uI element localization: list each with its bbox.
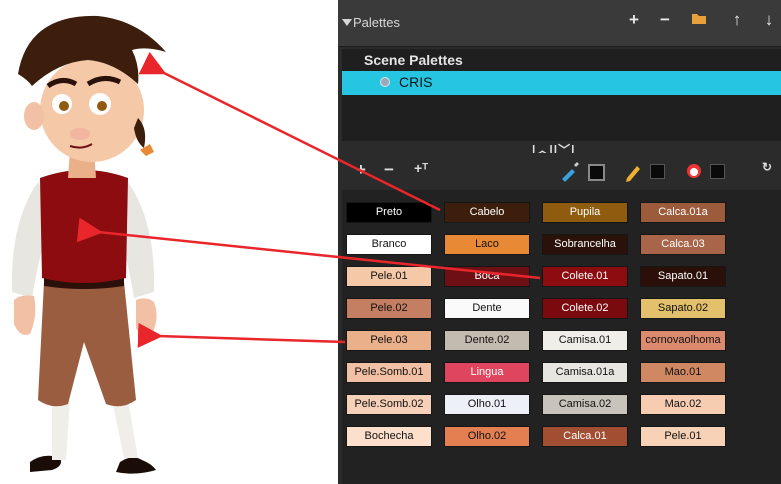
color-swatch[interactable]: Lingua (444, 362, 530, 383)
paint-icon[interactable] (682, 159, 706, 183)
color-swatch[interactable]: Pele.01 (346, 266, 432, 287)
right-shoe (116, 457, 156, 474)
folder-icon[interactable] (690, 11, 708, 29)
remove-color-icon[interactable]: − (384, 160, 394, 180)
color-swatch[interactable]: Olho.02 (444, 426, 530, 447)
color-swatch[interactable]: Calca.03 (640, 234, 726, 255)
move-down-icon[interactable]: ↓ (760, 11, 778, 29)
dropper-icon[interactable] (558, 159, 582, 183)
color-swatch[interactable]: Bochecha (346, 426, 432, 447)
color-swatch[interactable]: Dente (444, 298, 530, 319)
palettes-panel: Palettes + − ↑ ↓ Scene Palettes CRIS |︿|… (338, 0, 781, 484)
add-palette-icon[interactable]: + (625, 11, 643, 29)
color-swatch[interactable]: Pele.01 (640, 426, 726, 447)
color-swatch[interactable]: Camisa.01a (542, 362, 628, 383)
color-swatch[interactable]: Preto (346, 202, 432, 223)
color-swatch[interactable]: Pele.02 (346, 298, 432, 319)
add-texture-icon[interactable]: +ᵀ (414, 160, 428, 176)
palette-name: CRIS (399, 74, 433, 90)
color-swatch[interactable]: Dente.02 (444, 330, 530, 351)
color-swatch[interactable]: Boca (444, 266, 530, 287)
refresh-icon[interactable]: ↻ (762, 160, 772, 174)
pencil-color-swatch[interactable] (650, 164, 665, 179)
color-swatch[interactable]: Sapato.02 (640, 298, 726, 319)
palette-list: Scene Palettes CRIS (342, 49, 781, 141)
left-stocking (52, 400, 70, 460)
color-swatch[interactable]: Sobrancelha (542, 234, 628, 255)
color-swatch[interactable]: Pupila (542, 202, 628, 223)
left-hand (14, 295, 36, 335)
panel-title[interactable]: Palettes (342, 15, 400, 30)
remove-palette-icon[interactable]: − (656, 11, 674, 29)
color-swatch[interactable]: Laco (444, 234, 530, 255)
pencil-icon[interactable] (622, 159, 646, 183)
ear (24, 102, 44, 130)
color-swatch[interactable]: Calca.01 (542, 426, 628, 447)
right-hand (136, 298, 157, 336)
panel-title-label: Palettes (353, 15, 400, 30)
character-illustration (11, 15, 166, 474)
color-swatch[interactable]: Colete.01 (542, 266, 628, 287)
color-swatch[interactable]: cornovaolhoma (640, 330, 726, 351)
palette-row-cris[interactable]: CRIS (342, 71, 781, 95)
color-toolbar: + − +ᵀ ↻ (338, 153, 781, 189)
collapse-triangle-icon[interactable] (342, 19, 352, 26)
color-swatch[interactable]: Pele.03 (346, 330, 432, 351)
color-swatch[interactable]: Camisa.02 (542, 394, 628, 415)
palettes-titlebar: Palettes + − ↑ ↓ (338, 0, 781, 47)
color-swatch[interactable]: Camisa.01 (542, 330, 628, 351)
vest (40, 170, 128, 283)
color-swatch[interactable]: Calca.01a (640, 202, 726, 223)
add-color-icon[interactable]: + (356, 160, 366, 180)
panel-splitter[interactable]: |︿||﹀| (338, 141, 781, 157)
color-swatch[interactable]: Mao.01 (640, 362, 726, 383)
move-up-icon[interactable]: ↑ (728, 11, 746, 29)
color-swatch[interactable]: Sapato.01 (640, 266, 726, 287)
pants (38, 282, 136, 407)
color-swatch[interactable]: Pele.Somb.02 (346, 394, 432, 415)
right-pupil (97, 101, 107, 111)
paint-color-swatch[interactable] (710, 164, 725, 179)
color-swatch[interactable]: Olho.01 (444, 394, 530, 415)
cheek (70, 128, 90, 140)
color-swatch[interactable]: Mao.02 (640, 394, 726, 415)
color-swatch[interactable]: Cabelo (444, 202, 530, 223)
color-swatch[interactable]: Pele.Somb.01 (346, 362, 432, 383)
right-stocking (112, 400, 138, 458)
current-color-swatch[interactable] (588, 164, 605, 181)
scene-palettes-header: Scene Palettes (364, 52, 463, 68)
palette-icon (380, 77, 390, 87)
left-pupil (59, 101, 69, 111)
color-swatch-grid: Preto Cabelo Pupila Calca.01a Branco Laco Sobr… (342, 190, 781, 484)
color-swatch[interactable]: Branco (346, 234, 432, 255)
color-swatch[interactable]: Colete.02 (542, 298, 628, 319)
